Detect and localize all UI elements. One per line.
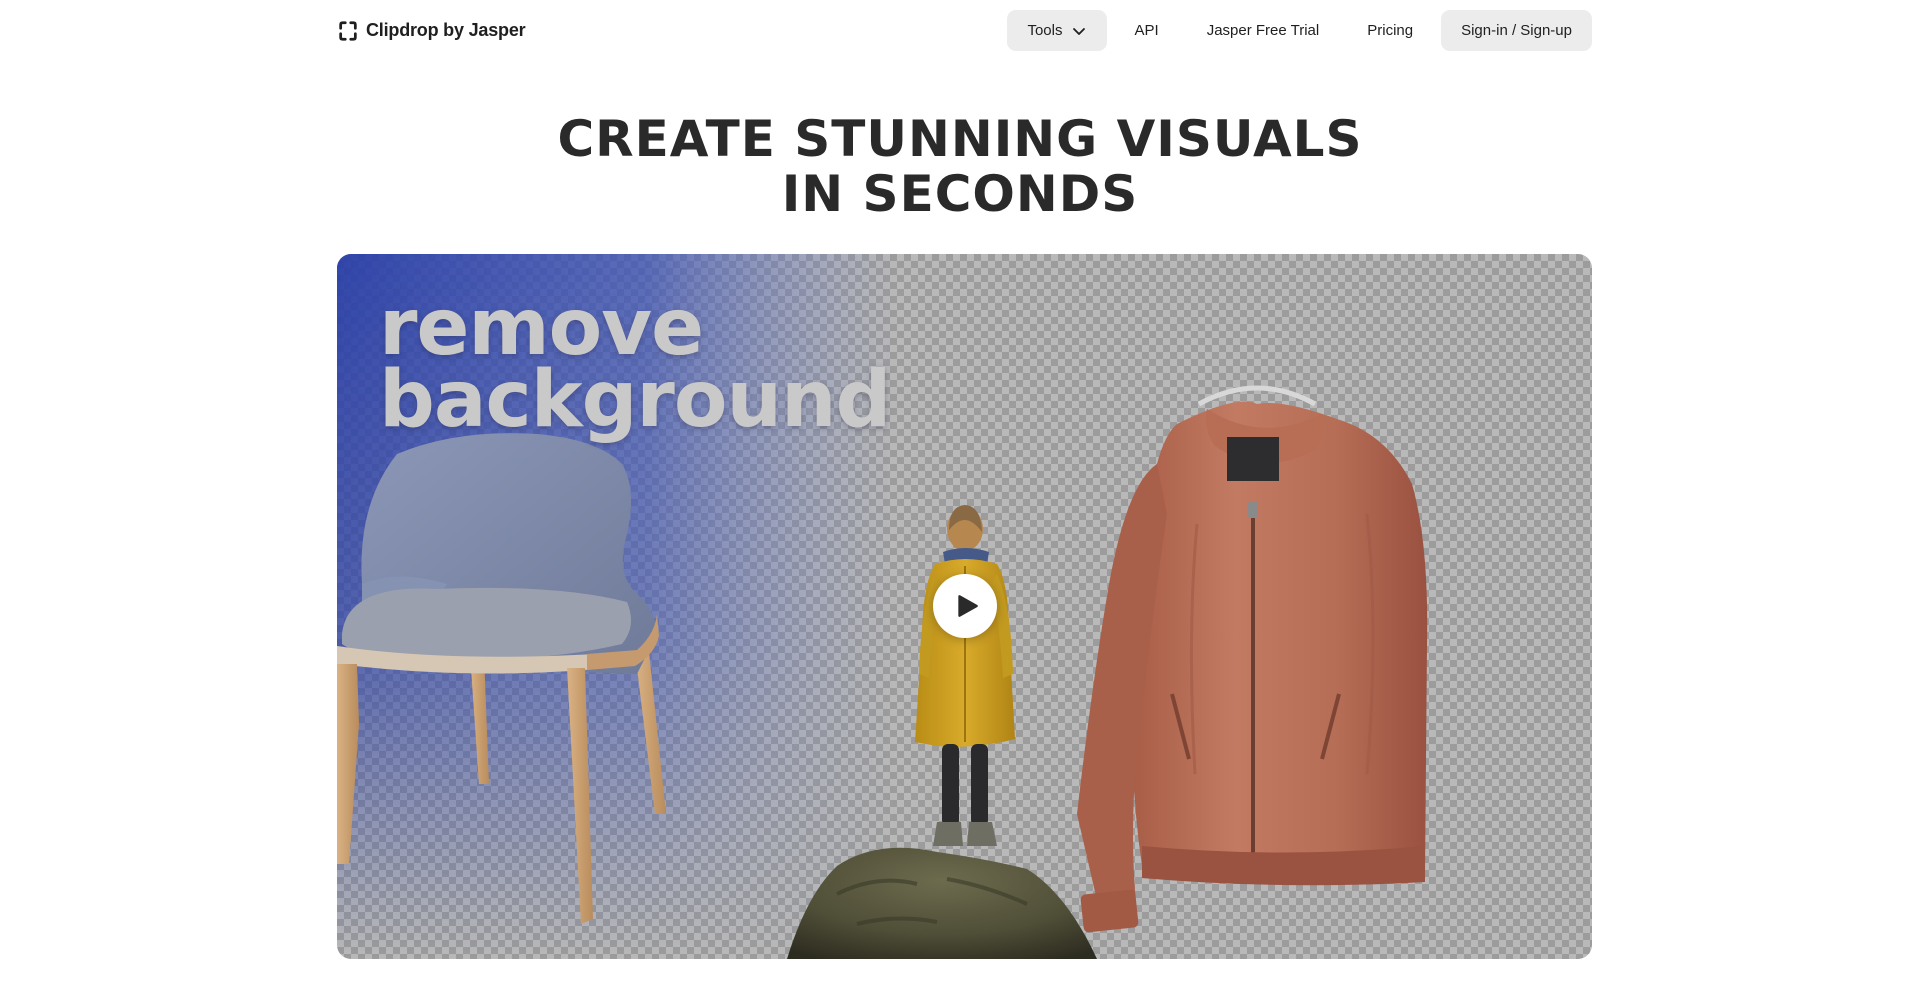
hero-title-line-1: CREATE STUNNING VISUALS	[557, 110, 1363, 168]
jacket-image	[1077, 385, 1428, 933]
site-header: Clipdrop by Jasper Tools API Jasper Free…	[337, 10, 1592, 51]
play-button[interactable]	[933, 574, 997, 638]
play-icon	[958, 595, 978, 617]
chevron-down-icon	[1072, 27, 1085, 35]
hero-title-line-2: IN SECONDS	[781, 165, 1139, 223]
tools-label: Tools	[1027, 22, 1063, 39]
video-overlay-text: remove background	[379, 283, 891, 445]
hero-video[interactable]: remove background	[337, 254, 1592, 959]
clipdrop-logo-icon	[339, 20, 357, 41]
brand-logo-link[interactable]: Clipdrop by Jasper	[337, 20, 526, 42]
hero-title: CREATE STUNNING VISUALS IN SECONDS	[0, 112, 1920, 222]
child-image	[915, 505, 1015, 846]
signin-button[interactable]: Sign-in / Sign-up	[1441, 10, 1592, 51]
overlay-line-2: background	[379, 355, 891, 445]
nav-link-pricing[interactable]: Pricing	[1347, 10, 1433, 51]
brand-name: Clipdrop by Jasper	[366, 20, 526, 40]
nav-link-api[interactable]: API	[1115, 10, 1179, 51]
overlay-line-1: remove	[379, 283, 704, 373]
nav-link-free-trial[interactable]: Jasper Free Trial	[1187, 10, 1340, 51]
tools-dropdown-button[interactable]: Tools	[1007, 10, 1107, 51]
main-nav: Tools API Jasper Free Trial Pricing Sign…	[1007, 10, 1592, 51]
